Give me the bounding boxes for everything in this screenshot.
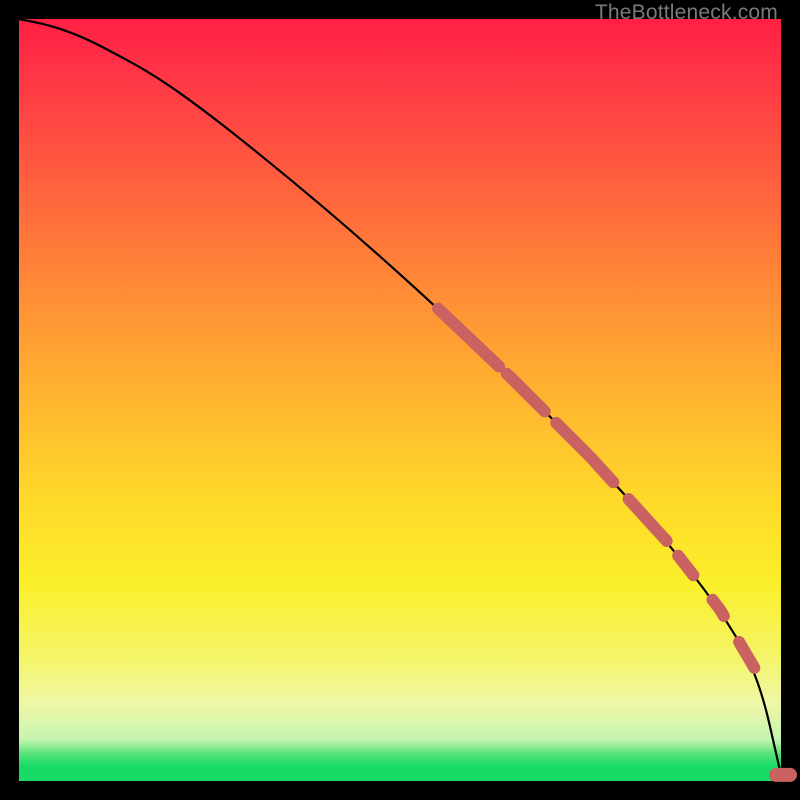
highlight-segment: [629, 499, 667, 541]
highlight-segment: [556, 423, 613, 482]
highlight-segment: [507, 374, 545, 412]
highlight-segment: [678, 556, 693, 576]
chart-overlay: [19, 19, 781, 781]
curve-end-marker: [769, 768, 797, 782]
highlight-segment: [438, 309, 499, 367]
highlight-segments: [438, 309, 754, 668]
highlight-segment: [712, 600, 723, 616]
chart-container: TheBottleneck.com: [0, 0, 800, 800]
highlight-segment: [739, 642, 754, 668]
bottleneck-curve: [19, 19, 781, 775]
end-marker: [769, 768, 797, 782]
